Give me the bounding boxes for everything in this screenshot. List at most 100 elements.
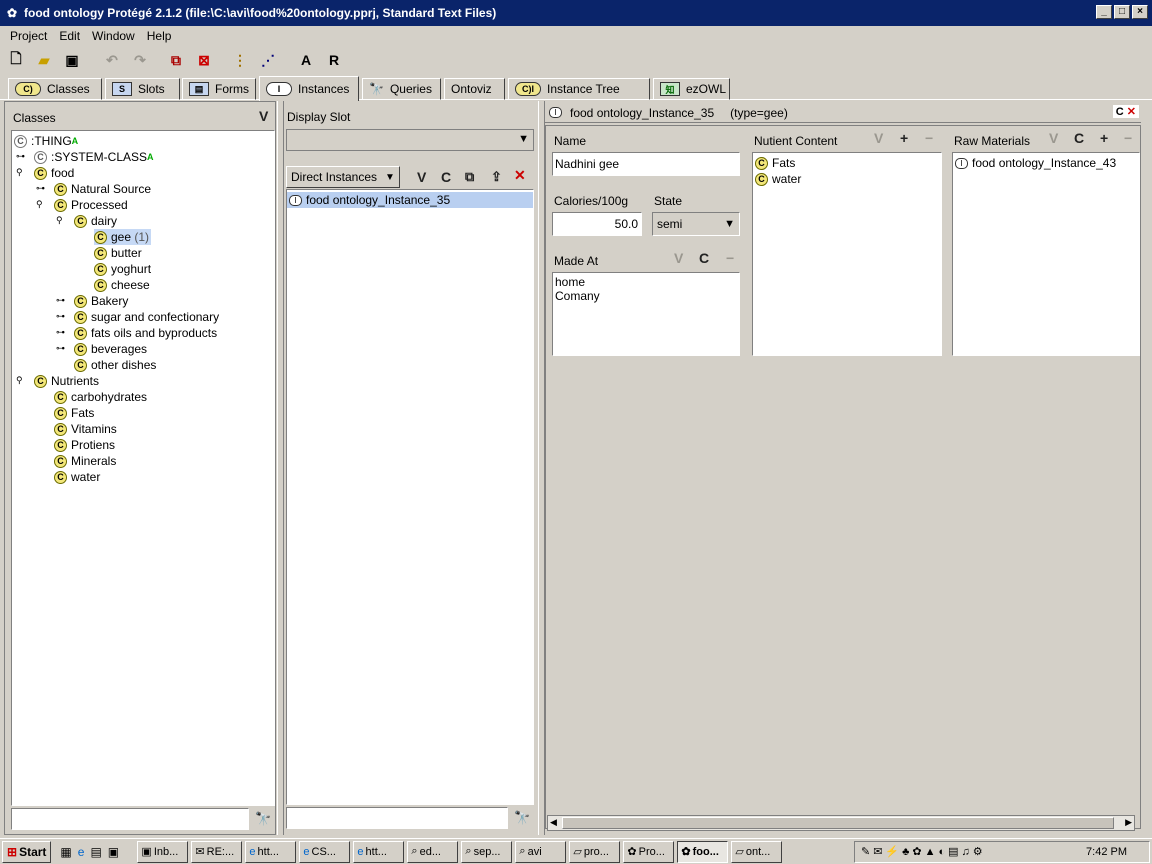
taskbar-item-active[interactable]: ✿ foo... (677, 840, 729, 863)
expand-toggle[interactable]: ⊶ (56, 328, 66, 338)
menu-window[interactable]: Window (86, 29, 141, 43)
new-file-icon[interactable]: 🗋 (6, 50, 26, 70)
tree-node-fats[interactable]: C Fats (54, 405, 94, 421)
made-at-create-button[interactable]: C (699, 250, 709, 266)
raw-create-button[interactable]: C (1074, 130, 1084, 146)
nutrient-content-list[interactable]: C Fats Cwater (752, 152, 942, 356)
taskbar-item[interactable]: ⌕ ed... (407, 840, 459, 863)
tree-node-beverages[interactable]: Cbeverages (74, 341, 147, 357)
raw-material-item[interactable]: Ifood ontology_Instance_43 (955, 155, 1116, 171)
tab-instances[interactable]: I Instances (259, 76, 359, 101)
toolbar-r-button[interactable]: R (324, 50, 344, 70)
tree-node-minerals[interactable]: C Minerals (54, 453, 116, 469)
header-close-icon[interactable]: ✕ (1127, 106, 1136, 118)
tab-forms[interactable]: ▤ Forms (182, 78, 256, 100)
tree-node-other-dishes[interactable]: Cother dishes (74, 357, 156, 373)
app-icon[interactable]: ▣ (108, 845, 119, 859)
made-at-item[interactable]: home (555, 275, 737, 289)
raw-materials-list[interactable]: Ifood ontology_Instance_43 (952, 152, 1140, 356)
name-field[interactable]: Nadhini gee (552, 152, 740, 176)
start-button[interactable]: ⊞ Start (2, 840, 52, 863)
copy-instance-icon[interactable]: ⧉ (465, 169, 474, 185)
close-button[interactable]: × (1132, 5, 1148, 19)
header-create-button[interactable]: C (1116, 106, 1124, 118)
tree-collapse-icon[interactable]: ⋰ (258, 50, 278, 70)
made-at-view-button[interactable]: V (674, 250, 683, 266)
tray-icons[interactable]: ✎✉⚡♣✿▲◐▤♫⚙ (861, 845, 986, 858)
tree-node-gee[interactable]: Cgee (1) (94, 229, 152, 245)
tree-node-fats-oils[interactable]: Cfats oils and byproducts (74, 325, 217, 341)
open-folder-icon[interactable]: ▰ (34, 50, 54, 70)
state-select[interactable]: semi ▼ (652, 212, 740, 236)
tree-node-cheese[interactable]: Ccheese (94, 277, 150, 293)
made-at-list[interactable]: home Comany (552, 272, 740, 356)
horizontal-scrollbar[interactable]: ◀ ▶ (547, 815, 1135, 831)
nutrient-remove-button[interactable]: − (925, 130, 933, 146)
tree-node-dairy[interactable]: Cdairy (74, 213, 117, 229)
instance-row[interactable]: Ifood ontology_Instance_35 (287, 192, 533, 208)
raw-remove-button[interactable]: − (1124, 130, 1132, 146)
instance-search-input[interactable] (286, 807, 508, 829)
find-instance-binoculars-icon[interactable]: 🔭 (514, 810, 530, 826)
tree-node-yoghurt[interactable]: Cyoghurt (94, 261, 151, 277)
raw-add-button[interactable]: + (1100, 130, 1108, 146)
undo-icon[interactable]: ↶ (102, 50, 122, 70)
tree-node-butter[interactable]: Cbutter (94, 245, 142, 261)
taskbar-item[interactable]: ✿ Pro... (623, 840, 675, 863)
tree-node-sugar-confectionary[interactable]: Csugar and confectionary (74, 309, 219, 325)
tab-slots[interactable]: S Slots (105, 78, 180, 100)
desktop-icon[interactable]: ▦ (60, 845, 71, 859)
taskbar-item[interactable]: ▣ Inb... (137, 840, 189, 863)
calories-field[interactable]: 50.0 (552, 212, 642, 236)
expand-toggle[interactable]: ⊶ (56, 344, 66, 354)
redo-icon[interactable]: ↷ (130, 50, 150, 70)
tree-expand-icon[interactable]: ⋮ (230, 50, 250, 70)
tree-node-vitamins[interactable]: C Vitamins (54, 421, 117, 437)
tab-instance-tree[interactable]: C)I Instance Tree (508, 78, 650, 100)
tree-node-nutrients[interactable]: C Nutrients (34, 373, 99, 389)
collapse-toggle[interactable]: ⚲ (16, 376, 26, 386)
made-at-item[interactable]: Comany (555, 289, 737, 303)
tab-ezowl[interactable]: 知 ezOWL (653, 78, 730, 100)
taskbar-item[interactable]: ▱ ont... (731, 840, 783, 863)
save-icon[interactable]: ▣ (62, 50, 82, 70)
tree-node-food[interactable]: Cfood (34, 165, 74, 181)
tree-node-bakery[interactable]: C Bakery (74, 293, 128, 309)
reference-icon[interactable]: ⇪ (491, 169, 502, 185)
taskbar-item[interactable]: ⌕ sep... (461, 840, 513, 863)
expand-toggle[interactable]: ⊶ (36, 184, 46, 194)
maximize-button[interactable]: □ (1114, 5, 1130, 19)
made-at-remove-button[interactable]: − (726, 250, 734, 266)
create-instance-button[interactable]: C (441, 169, 451, 185)
collapse-toggle[interactable]: ⚲ (56, 216, 66, 226)
tree-node-system-class[interactable]: C:SYSTEM-CLASS A (34, 149, 154, 165)
menu-edit[interactable]: Edit (53, 29, 86, 43)
minimize-button[interactable]: _ (1096, 5, 1112, 19)
expand-toggle[interactable]: ⊶ (56, 296, 66, 306)
explorer-icon[interactable]: ▤ (90, 845, 101, 859)
collapse-toggle[interactable]: ⚲ (16, 168, 26, 178)
nutrient-item-water[interactable]: Cwater (755, 171, 801, 187)
tree-node-carbohydrates[interactable]: Ccarbohydrates (54, 389, 147, 405)
toolbar-a-button[interactable]: A (296, 50, 316, 70)
scroll-right-icon[interactable]: ▶ (1125, 817, 1132, 828)
splitter-left[interactable] (277, 101, 284, 835)
tab-classes[interactable]: C) Classes (8, 78, 102, 100)
taskbar-item[interactable]: ✉ RE:... (191, 840, 243, 863)
collapse-toggle[interactable]: ⚲ (36, 200, 46, 210)
raw-view-button[interactable]: V (1049, 130, 1058, 146)
tree-node-protiens[interactable]: C Protiens (54, 437, 115, 453)
tree-node-natural-source[interactable]: C Natural Source (54, 181, 151, 197)
view-instance-button[interactable]: V (417, 169, 426, 185)
direct-instances-select[interactable]: Direct Instances ▼ (286, 166, 400, 188)
scrollbar-thumb[interactable] (562, 817, 1114, 829)
nutrient-view-button[interactable]: V (874, 130, 883, 146)
menu-project[interactable]: Project (4, 29, 53, 43)
taskbar-item[interactable]: e htt... (245, 840, 297, 863)
taskbar-item[interactable]: e htt... (353, 840, 405, 863)
nutrient-add-button[interactable]: + (900, 130, 908, 146)
tab-ontoviz[interactable]: Ontoviz (444, 78, 505, 100)
tree-node-water[interactable]: Cwater (54, 469, 100, 485)
find-class-binoculars-icon[interactable]: 🔭 (255, 811, 271, 827)
expand-toggle[interactable]: ⊶ (56, 312, 66, 322)
